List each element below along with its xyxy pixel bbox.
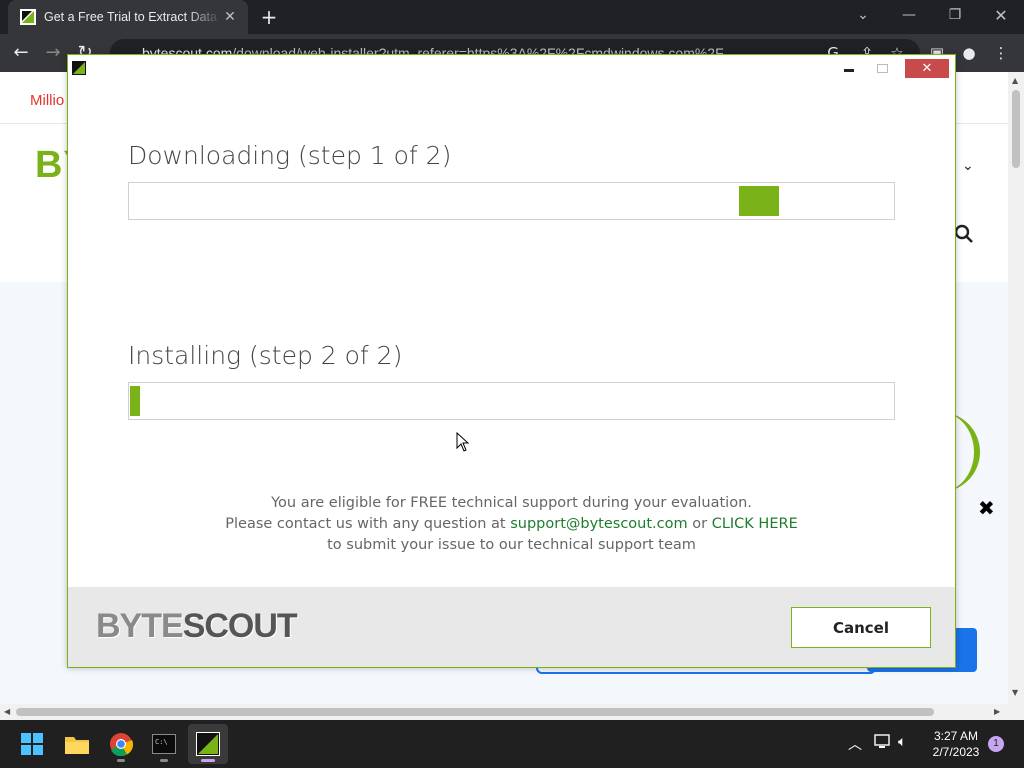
volume-icon[interactable]: 🔈︎: [898, 734, 906, 750]
support-line-1: You are eligible for FREE technical supp…: [271, 495, 752, 511]
installer-dialog: ✕ Downloading (step 1 of 2) Installing (…: [67, 54, 956, 668]
support-line-2-prefix: Please contact us with any question at: [225, 516, 506, 532]
support-email-link[interactable]: support@bytescout.com: [510, 516, 687, 532]
mouse-cursor-icon: [456, 431, 470, 456]
installer-active-indicator: [201, 759, 215, 762]
tab-search-chevron-icon[interactable]: ⌄: [840, 0, 886, 30]
support-line-3: to submit your issue to our technical su…: [327, 537, 696, 553]
back-arrow-icon[interactable]: ←: [10, 42, 32, 64]
notification-badge[interactable]: 1: [988, 736, 1004, 752]
tab-title: Get a Free Trial to Extract Data from: [44, 10, 222, 24]
menu-chevron-icon[interactable]: ⌄: [962, 158, 974, 174]
download-step-title: Downloading (step 1 of 2): [128, 141, 452, 170]
scroll-up-arrow-icon[interactable]: ▲: [1012, 76, 1018, 85]
browser-menu-icon[interactable]: ⋮: [990, 42, 1012, 64]
click-here-link[interactable]: CLICK HERE: [712, 516, 798, 532]
dialog-footer: BYTESCOUT Cancel: [68, 587, 955, 667]
search-icon[interactable]: [954, 224, 974, 249]
forward-arrow-icon[interactable]: →: [42, 42, 64, 64]
download-progress-bar: [128, 182, 895, 220]
scroll-left-arrow-icon[interactable]: ◀: [4, 707, 10, 716]
minimize-window-icon[interactable]: —: [886, 0, 932, 30]
tray-overflow-chevron-icon[interactable]: ︿: [848, 734, 862, 754]
support-line-2: Please contact us with any question at s…: [128, 514, 895, 535]
brand-part-2: SCOUT: [182, 607, 298, 645]
system-clock[interactable]: 3:27 AM 2/7/2023: [926, 728, 986, 760]
chrome-running-indicator: [117, 759, 125, 762]
restore-window-icon[interactable]: ❐: [932, 0, 978, 30]
horizontal-scroll-thumb[interactable]: [16, 708, 934, 716]
download-progress-fill: [739, 186, 779, 216]
horizontal-scrollbar[interactable]: ◀ ▶: [0, 704, 1024, 720]
support-message: You are eligible for FREE technical supp…: [128, 493, 895, 556]
dialog-minimize-icon[interactable]: [834, 59, 864, 77]
scroll-right-arrow-icon[interactable]: ▶: [994, 707, 1000, 716]
bytescout-favicon-icon: [20, 9, 36, 25]
network-icon[interactable]: [874, 734, 892, 754]
installer-app-icon: [72, 60, 86, 75]
dialog-close-button[interactable]: ✕: [905, 59, 949, 78]
install-progress-fill: [130, 386, 140, 416]
terminal-icon[interactable]: C:\: [144, 724, 184, 764]
new-tab-icon[interactable]: +: [258, 6, 280, 28]
profile-avatar-icon[interactable]: ●: [958, 42, 980, 64]
browser-tab-strip: Get a Free Trial to Extract Data from ✕ …: [0, 0, 1024, 34]
dialog-maximize-icon[interactable]: [867, 59, 897, 77]
terminal-running-indicator: [160, 759, 168, 762]
file-explorer-icon[interactable]: [57, 724, 97, 764]
scroll-down-arrow-icon[interactable]: ▼: [1012, 688, 1018, 697]
svg-text:C:\: C:\: [155, 738, 168, 746]
taskbar: C:\ ︿ 🔈︎ 3:27 AM 2/7/2023 1: [0, 720, 1024, 768]
clock-date: 2/7/2023: [932, 745, 980, 759]
support-or-text: or: [692, 516, 708, 532]
page-input-outline: [536, 668, 876, 674]
brand-part-1: BYTE: [96, 607, 184, 645]
windows-start-icon[interactable]: [12, 724, 52, 764]
install-step-title: Installing (step 2 of 2): [128, 341, 403, 370]
install-progress-bar: [128, 382, 895, 420]
close-window-icon[interactable]: ✕: [978, 0, 1024, 30]
chrome-icon[interactable]: [101, 724, 141, 764]
popup-close-icon[interactable]: ✖: [978, 496, 995, 520]
vertical-scrollbar[interactable]: ▲ ▼: [1008, 72, 1024, 704]
clock-time: 3:27 AM: [933, 729, 979, 743]
vertical-scroll-thumb[interactable]: [1012, 90, 1020, 168]
browser-tab[interactable]: Get a Free Trial to Extract Data from ✕: [8, 0, 248, 34]
bytescout-logo: BYTESCOUT: [96, 607, 298, 646]
tab-close-icon[interactable]: ✕: [222, 9, 238, 25]
bytescout-installer-icon[interactable]: [188, 724, 228, 764]
promo-text[interactable]: Millio: [30, 92, 64, 109]
cancel-button[interactable]: Cancel: [791, 607, 931, 648]
